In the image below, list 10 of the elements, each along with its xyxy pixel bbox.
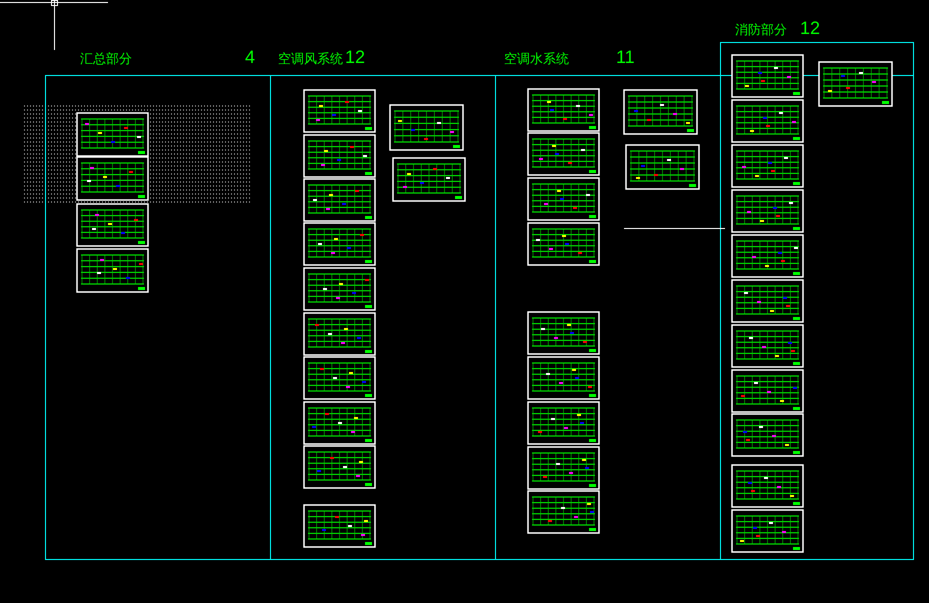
section-title: 汇总部分 [80,53,132,66]
sheet-count: 11 [616,48,635,66]
crosshair-cursor-icon [0,0,108,50]
sheet-count: 12 [800,19,820,37]
cad-canvas[interactable]: 汇总部分 4 空调风系统 12 空调水系统 11 消防部分 12 [0,0,929,603]
sheet-count: 12 [345,48,366,66]
section-title: 空调水系统 [504,53,569,66]
section-title: 空调风系统 [278,53,343,66]
section-title: 消防部分 [735,24,787,37]
sheet-count: 4 [245,48,256,66]
